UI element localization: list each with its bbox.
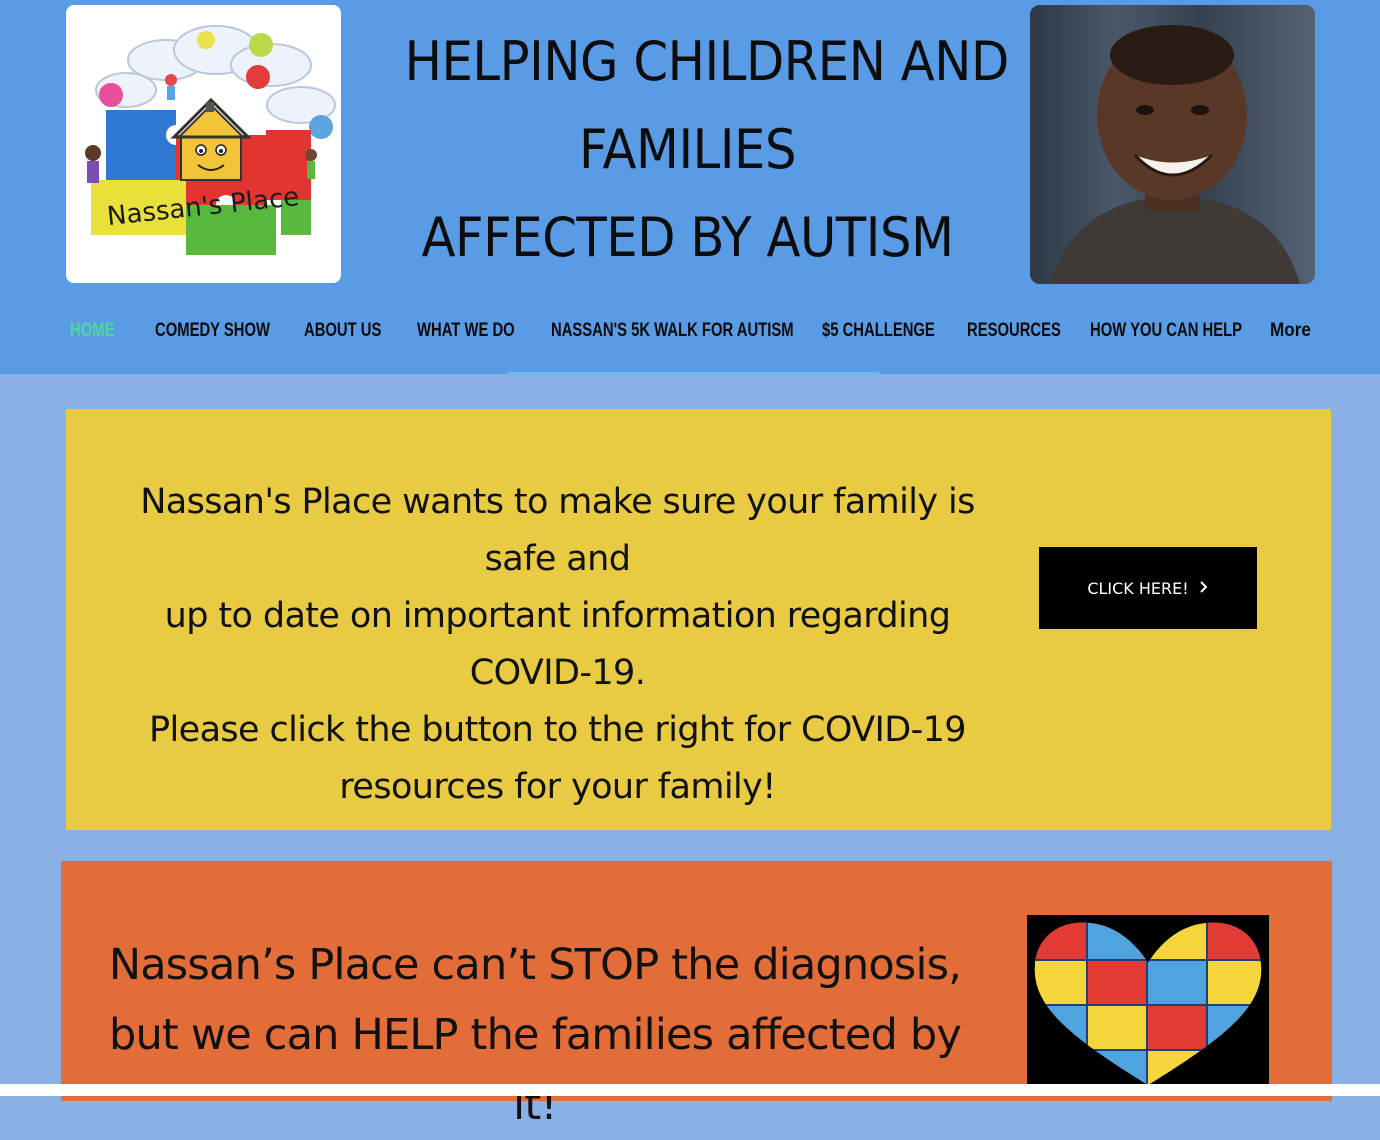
nassan-photo: [1030, 5, 1315, 284]
site-logo[interactable]: Nassan's Place: [66, 5, 341, 283]
headline-line-2: FAMILIES: [578, 118, 797, 181]
covid-button-label: CLICK HERE!: [1087, 578, 1189, 598]
nav-item-more[interactable]: More: [1270, 312, 1311, 352]
nav-item-home[interactable]: HOME: [70, 312, 114, 352]
nav-item-how-you-can-help[interactable]: HOW YOU CAN HELP: [1090, 312, 1242, 352]
portrait-image: [1030, 5, 1315, 284]
nav-item-5k-walk[interactable]: NASSAN'S 5K WALK FOR AUTISM: [551, 312, 794, 352]
nav-item-5-challenge[interactable]: $5 CHALLENGE: [822, 312, 935, 352]
covid-line-1: Nassan's Place wants to make sure your f…: [140, 482, 975, 579]
headline-line-1: HELPING CHILDREN AND: [404, 30, 1010, 93]
main-navigation: HOME COMEDY SHOW ABOUT US WHAT WE DO NAS…: [0, 312, 1380, 352]
nav-item-about-us[interactable]: ABOUT US: [304, 312, 381, 352]
covid-line-3: Please click the button to the right for…: [149, 710, 967, 750]
nav-item-resources[interactable]: RESOURCES: [967, 312, 1061, 352]
chevron-right-icon: [1199, 579, 1209, 598]
covid-line-4: resources for your family!: [339, 767, 776, 807]
nav-item-what-we-do[interactable]: WHAT WE DO: [417, 312, 515, 352]
page-headline: HELPING CHILDREN AND FAMILIES AFFECTED B…: [404, 18, 1010, 282]
covid-line-2: up to date on important information rega…: [164, 596, 951, 693]
mission-message: Nassan’s Place can’t STOP the diagnosis,…: [100, 930, 970, 1140]
mission-line-1: Nassan’s Place can’t STOP the diagnosis,: [108, 940, 962, 990]
page-bottom-edge: [0, 1084, 1380, 1096]
mission-line-2: but we can HELP the families affected by…: [108, 1010, 962, 1130]
puzzle-heart-icon: [1034, 922, 1262, 1085]
covid-resources-button[interactable]: CLICK HERE!: [1039, 547, 1257, 629]
nav-item-comedy-show[interactable]: COMEDY SHOW: [155, 312, 270, 352]
covid-message: Nassan's Place wants to make sure your f…: [105, 474, 1010, 816]
headline-line-3: AFFECTED BY AUTISM: [421, 206, 954, 269]
logo-illustration: Nassan's Place: [85, 25, 336, 255]
autism-puzzle-heart-image: [1027, 915, 1269, 1090]
nav-hover-underline: [507, 372, 879, 375]
